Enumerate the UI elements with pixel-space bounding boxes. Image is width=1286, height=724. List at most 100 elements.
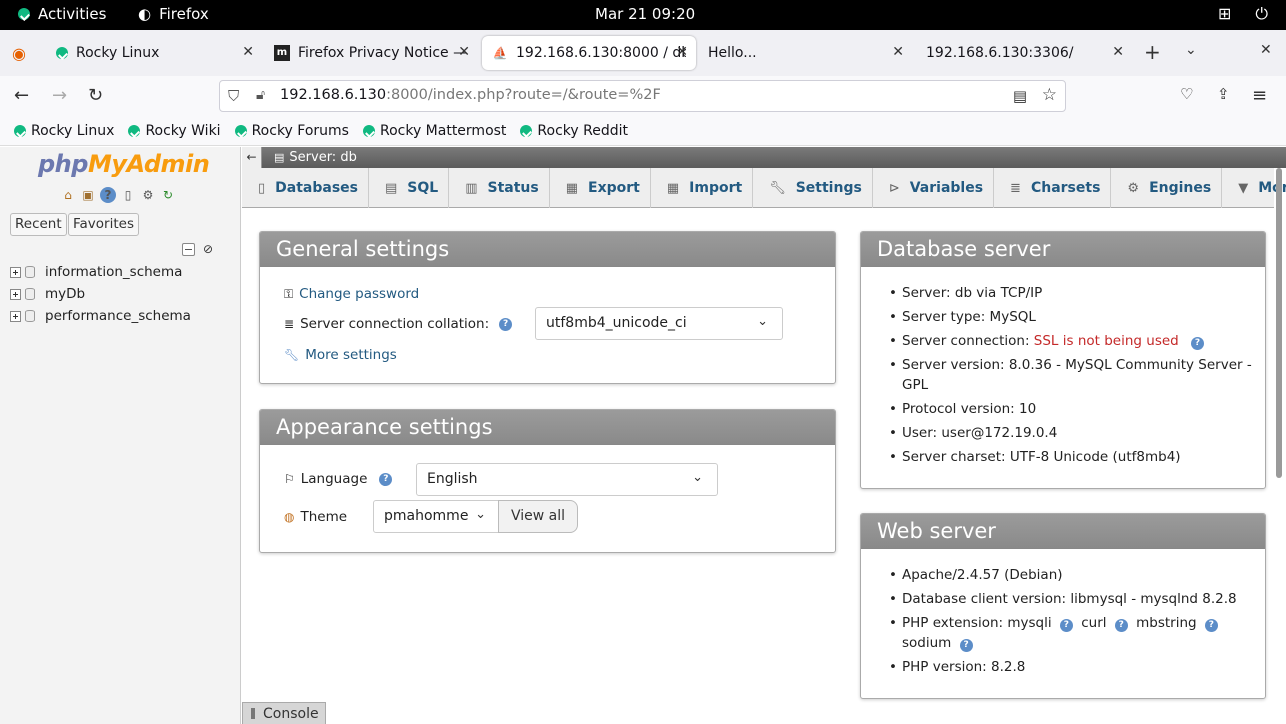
help-icon[interactable]: ? — [1114, 619, 1128, 632]
power-icon[interactable]: ⏻ — [1255, 4, 1268, 24]
url-rest: :8000/index.php?route=/&route=%2F — [386, 87, 661, 103]
system-tray[interactable]: ⊞ ⏻ — [1218, 4, 1268, 24]
phpmyadmin-logo[interactable]: phpMyAdmin — [38, 150, 210, 178]
breadcrumb[interactable]: ▤ Server: db — [274, 150, 357, 165]
tab-hello[interactable]: Hello... ✕ — [698, 36, 912, 70]
collation-select[interactable]: utf8mb4_unicode_ci ⌄ — [535, 307, 783, 340]
panel-title: Appearance settings — [260, 410, 835, 445]
menu-label: Settings — [795, 180, 862, 196]
recent-button[interactable]: Recent — [10, 213, 67, 236]
back-icon[interactable]: ← — [14, 85, 29, 106]
bookmark-rocky-forums[interactable]: Rocky Forums — [234, 123, 349, 139]
reload-icon[interactable]: ↻ — [88, 85, 103, 106]
tab-databases[interactable]: ▯ Databases — [242, 168, 369, 208]
app-menu[interactable]: ◐ Firefox — [138, 5, 209, 23]
bookmark-label: Rocky Reddit — [537, 122, 628, 139]
url-text[interactable]: 192.168.6.130:8000/index.php?route=/&rou… — [280, 87, 661, 103]
menu-label: Import — [689, 180, 743, 196]
language-select[interactable]: English ⌄ — [416, 463, 718, 496]
theme-value: pmahomme — [384, 508, 469, 524]
help-icon[interactable]: ? — [379, 472, 393, 486]
server-charset: Server charset: UTF-8 Unicode (utf8mb4) — [889, 447, 1259, 467]
view-all-button[interactable]: View all — [498, 500, 579, 533]
bookmark-star-icon[interactable]: ☆ — [1042, 85, 1057, 105]
close-tab-icon[interactable]: ✕ — [1112, 44, 1124, 60]
help-icon[interactable]: ? — [1191, 337, 1205, 350]
db-tree-item[interactable]: performance_schema — [10, 308, 191, 324]
bookmark-rocky-linux[interactable]: Rocky Linux — [14, 123, 114, 139]
tab-status[interactable]: ▥ Status — [449, 168, 550, 208]
help-icon[interactable]: ? — [1204, 619, 1218, 632]
app-menu-icon[interactable]: ≡ — [1252, 85, 1267, 106]
link-with-main-icon[interactable]: ⊘ — [203, 243, 213, 256]
clock[interactable]: Mar 21 09:20 — [595, 5, 695, 23]
tab-rocky-linux[interactable]: Rocky Linux ✕ — [46, 36, 262, 70]
network-icon[interactable]: ⊞ — [1218, 4, 1231, 24]
protocol-version: Protocol version: 10 — [889, 399, 1259, 419]
home-icon[interactable]: ⌂ — [60, 187, 76, 203]
collapse-all-icon[interactable] — [182, 243, 195, 256]
close-tab-icon[interactable]: ✕ — [892, 44, 904, 60]
help-icon[interactable]: ? — [499, 317, 513, 331]
db-name[interactable]: performance_schema — [45, 308, 191, 324]
pocket-icon[interactable]: ♡ — [1180, 85, 1193, 103]
insecure-lock-icon[interactable]: 🔓︎ — [256, 87, 265, 103]
tab-export[interactable]: ▦ Export — [550, 168, 651, 208]
theme-select[interactable]: pmahomme ⌄ — [373, 500, 499, 533]
db-name[interactable]: information_schema — [45, 264, 182, 280]
bookmark-rocky-mattermost[interactable]: Rocky Mattermost — [362, 123, 506, 139]
expand-icon[interactable] — [10, 266, 21, 278]
tab-variables[interactable]: ⊳ Variables — [873, 168, 995, 208]
app-menu-label: Firefox — [159, 5, 209, 23]
shield-icon[interactable]: ⛉ — [228, 87, 239, 105]
extensions-icon[interactable]: ⇪ — [1217, 85, 1230, 103]
ext-mbstring: mbstring — [1136, 615, 1197, 631]
close-tab-icon[interactable]: ✕ — [242, 44, 254, 60]
help-icon[interactable]: ? — [100, 187, 116, 203]
docs-icon[interactable]: ▯ — [120, 187, 136, 203]
close-window-icon[interactable]: ✕ — [1260, 42, 1272, 58]
console-toggle[interactable]: Console — [242, 702, 326, 724]
change-password-link[interactable]: Change password — [299, 286, 419, 302]
tab-sql[interactable]: ▤ SQL — [369, 168, 450, 208]
more-settings-link[interactable]: More settings — [305, 347, 397, 363]
page-scrollbar[interactable] — [1276, 168, 1282, 478]
activities-button[interactable]: Activities — [18, 5, 106, 23]
forward-icon[interactable]: → — [52, 85, 67, 106]
db-name[interactable]: myDb — [45, 286, 85, 302]
expand-icon[interactable] — [10, 310, 21, 322]
db-tree-item[interactable]: information_schema — [10, 264, 182, 280]
tab-title: Hello... — [708, 45, 757, 61]
tab-privacy-notice[interactable]: m Firefox Privacy Notice — ✕ — [264, 36, 478, 70]
theme-palette-icon: ◍ — [284, 510, 295, 524]
ssl-warning: SSL is not being used — [1033, 333, 1179, 349]
tab-engines[interactable]: ⚙ Engines — [1111, 168, 1223, 208]
bookmark-rocky-reddit[interactable]: Rocky Reddit — [520, 123, 628, 139]
url-bar[interactable]: ⛉ 🔓︎ 192.168.6.130:8000/index.php?route=… — [219, 80, 1066, 112]
list-tabs-icon[interactable]: ⌄ — [1185, 42, 1197, 58]
favorites-button[interactable]: Favorites — [68, 213, 139, 236]
tab-3306[interactable]: 192.168.6.130:3306/ ✕ — [916, 36, 1132, 70]
settings-gear-icon[interactable]: ⚙ — [140, 187, 156, 203]
collapse-nav-arrow-icon[interactable]: ← — [242, 147, 262, 168]
db-tree-item[interactable]: myDb — [10, 286, 85, 302]
firefox-view-icon[interactable]: ◉ — [12, 44, 26, 63]
tab-settings[interactable]: 🔧︎ Settings — [753, 168, 873, 208]
php-extensions: PHP extension: mysqli ? curl ? mbstring … — [889, 613, 1265, 653]
close-tab-icon[interactable]: ✕ — [676, 44, 688, 60]
help-icon[interactable]: ? — [959, 639, 973, 652]
help-icon[interactable]: ? — [1059, 619, 1073, 632]
close-tab-icon[interactable]: ✕ — [458, 44, 470, 60]
reload-nav-icon[interactable]: ↻ — [160, 187, 176, 203]
reader-view-icon[interactable]: ▤ — [1013, 87, 1027, 105]
console-label: Console — [263, 705, 319, 722]
tab-import[interactable]: ▦ Import — [651, 168, 754, 208]
expand-icon[interactable] — [10, 288, 21, 300]
tab-phpmyadmin[interactable]: ⛵ 192.168.6.130:8000 / db ✕ — [482, 36, 696, 70]
breadcrumb-server: Server: db — [289, 150, 357, 165]
database-server-list: Server: db via TCP/IP Server type: MySQL… — [889, 283, 1259, 471]
new-tab-icon[interactable]: + — [1144, 40, 1161, 64]
logout-icon[interactable]: ▣ — [80, 187, 96, 203]
tab-charsets[interactable]: ≣ Charsets — [994, 168, 1112, 208]
bookmark-rocky-wiki[interactable]: Rocky Wiki — [128, 123, 221, 139]
